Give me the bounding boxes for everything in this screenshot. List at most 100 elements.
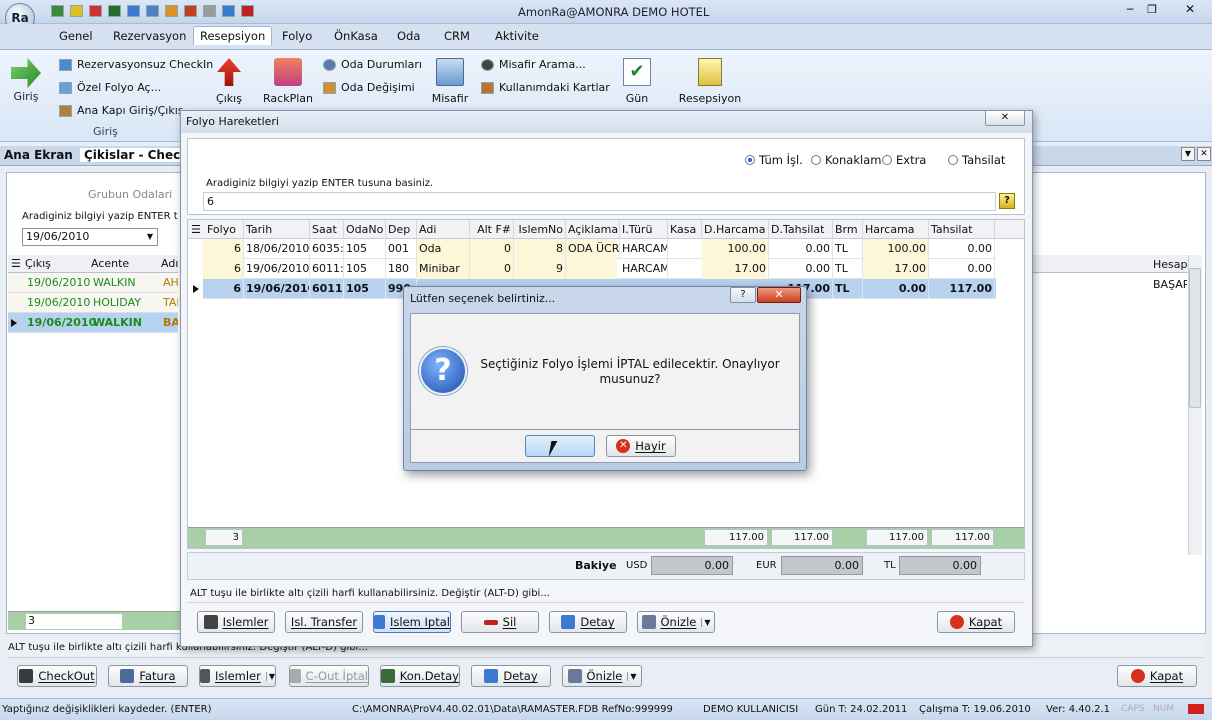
folyo-button-2[interactable]: Islem Iptal [373,611,451,633]
giris-button[interactable]: Giriş [8,56,44,112]
folyo-cell: 6011: [310,279,344,299]
button-icon [561,615,576,629]
ribbon-tab-5[interactable]: Oda [397,29,420,43]
radio-circle-icon [811,155,821,165]
dialog-help-button[interactable]: ? [730,287,756,303]
folyo-button-0[interactable]: Islemler [197,611,275,633]
window-title: AmonRa@AMONRA DEMO HOTEL [518,5,710,19]
bg-scrollbar-thumb[interactable] [1189,268,1201,408]
bg-button-5[interactable]: Detay [471,665,551,687]
folyo-cell: 6 [205,259,244,279]
ribbon-tab-1[interactable]: Rezervasyon [113,29,186,43]
misafir-arama-item[interactable]: Misafir Arama... [480,58,586,71]
folyo-cell: 6035: [310,239,344,259]
bg-button-1[interactable]: Fatura [108,665,188,687]
folyo-col-header[interactable]: D.Harcama [702,220,769,239]
folyo-col-header[interactable]: I.Türü [620,220,668,239]
cikis-button[interactable]: Çıkış [214,58,244,110]
button-icon [19,669,34,683]
bg-col-adi[interactable]: Adı [161,257,178,270]
dialog-no-button[interactable]: ✕ Hayir [606,435,676,457]
bg-button-4[interactable]: Kon.Detay [380,665,460,687]
radio-3[interactable]: Tahsilat [948,153,1005,167]
folyo-cell: HARCAM [620,259,668,279]
ribbon-tab-6[interactable]: CRM [444,29,470,43]
folyo-col-header[interactable]: Brm [833,220,863,239]
radio-1[interactable]: Konaklam [811,153,881,167]
bg-date-select[interactable]: 19/06/2010 ▼ [22,228,158,246]
minimize-icon[interactable]: ─ [1120,3,1140,18]
search-help-icon[interactable]: ? [999,193,1015,209]
tab-ana-ekran[interactable]: Ana Ekran [4,148,73,162]
folyo-cell: ODA ÜCR [566,239,620,259]
folyo-col-header[interactable]: Açiklama [566,220,620,239]
ribbon-tab-7[interactable]: Aktivite [495,29,539,43]
bg-button-7[interactable]: Kapat [1117,665,1197,687]
folyo-col-header[interactable]: Saat [310,220,344,239]
bg-col-cikis[interactable]: Çıkış [25,257,51,270]
folyo-col-header[interactable]: Tahsilat [929,220,995,239]
ana-kapi-item[interactable]: Ana Kapı Giriş/Çıkış [58,104,184,117]
folyo-col-header[interactable]: IslemNo [514,220,566,239]
folyo-button-1[interactable]: Isl. Transfer [285,611,363,633]
ribbon-tab-0[interactable]: Genel [59,29,93,43]
folyo-col-header[interactable]: Kasa [668,220,702,239]
status-message: Yaptığınız değişiklikleri kaydeder. (ENT… [2,704,212,715]
kullanim-kartlar-item[interactable]: Kullanımdaki Kartlar [480,81,610,94]
folyo-search-hint: Aradiginiz bilgiyi yazip ENTER tusuna ba… [206,178,434,189]
bg-button-0[interactable]: CheckOut [17,665,97,687]
dialog-button-bar [410,430,800,463]
button-icon [374,615,386,629]
resepsiyon-button[interactable]: Resepsiyon [678,58,742,110]
dialog-close-button[interactable]: ✕ [757,287,801,303]
ozel-folyo-item[interactable]: Özel Folyo Aç... [58,81,161,94]
ribbon-tab-4[interactable]: ÖnKasa [334,29,378,43]
folyo-col-header[interactable]: Alt F# [470,220,514,239]
oda-degisimi-item[interactable]: Oda Değişimi [322,81,415,94]
folyo-button-5[interactable]: Önizle ▼ [637,611,715,633]
ribbon-tab-2[interactable]: Resepsiyon [193,26,273,45]
bg-button-2[interactable]: Islemler ▼ [199,665,276,687]
bg-button-6[interactable]: Önizle ▼ [562,665,642,687]
folyo-col-header[interactable]: D.Tahsilat [769,220,833,239]
folyo-footer-harcama: 117.00 [866,529,928,546]
gun-button[interactable]: ✔ Gün [620,58,654,110]
folyo-col-header[interactable]: Tarih [244,220,310,239]
rez-checkin-item[interactable]: Rezervasyonsuz CheckIn [58,58,213,71]
radio-0[interactable]: Tüm İşl. [745,153,803,167]
dropdown-arrow-icon[interactable]: ▼ [701,617,711,627]
folyo-button-6[interactable]: Kapat [937,611,1015,633]
folyo-col-header[interactable]: Harcama [863,220,929,239]
oda-durumlari-item[interactable]: Oda Durumları [322,58,422,71]
bg-button-3[interactable]: C-Out İptal [289,665,369,687]
folyo-button-3[interactable]: Sil [461,611,539,633]
quick-access-toolbar[interactable] [50,5,255,17]
restore-icon[interactable]: ❐ [1142,3,1162,18]
rackplan-button[interactable]: RackPlan [262,58,314,110]
folyo-close-icon[interactable]: ✕ [985,110,1025,126]
folyo-grid-scroll[interactable] [1000,240,1020,520]
folyo-button-4[interactable]: Detay [549,611,627,633]
folyo-col-header[interactable]: Folyo [205,220,244,239]
title-bar: Ra AmonRa@AMONRA DEMO HOTEL ─ ❐ ✕ [0,0,1212,33]
folyo-col-header[interactable]: Dep [386,220,417,239]
dropdown-arrow-icon: ▼ [265,671,275,681]
dialog-yes-button[interactable] [525,435,595,457]
status-num: NUM [1153,704,1175,714]
folyo-search-input[interactable]: 6 [203,192,996,211]
misafir-button[interactable]: Misafir [430,58,470,110]
folyo-col-header[interactable]: Adi [417,220,470,239]
folyo-grid-menu-icon[interactable]: ☰ [191,223,201,236]
radio-2[interactable]: Extra [882,153,926,167]
tabs-close-icon[interactable]: ✕ [1197,147,1211,161]
close-icon[interactable]: ✕ [1170,2,1210,19]
bg-col-hesap[interactable]: Hesap [1153,258,1187,271]
grid-menu-icon[interactable]: ☰ [11,257,21,270]
ribbon-tab-3[interactable]: Folyo [282,29,312,43]
folyo-cell: 117.00 [929,279,995,299]
button-icon [483,619,498,625]
folyo-col-header[interactable]: OdaNo [344,220,386,239]
tabs-dropdown-icon[interactable]: ▼ [1181,147,1195,161]
ribbon-group-label: Giriş [93,125,118,138]
bg-col-acente[interactable]: Acente [91,257,129,270]
